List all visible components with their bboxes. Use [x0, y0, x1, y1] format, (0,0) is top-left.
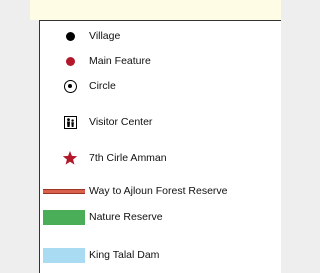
water-area-swatch [42, 245, 86, 265]
legend-label-circle: Circle [89, 80, 116, 92]
road-line [42, 181, 86, 201]
red-star-icon [54, 148, 86, 168]
legend-label-village: Village [89, 30, 121, 42]
legend-item-village: Village [40, 26, 281, 46]
black-dot-icon [54, 26, 86, 46]
legend-label-nature-reserve: Nature Reserve [89, 211, 163, 223]
circle-target-icon [54, 76, 86, 96]
legend-label-road: Way to Ajloun Forest Reserve [89, 185, 228, 197]
legend-label-7th-circle: 7th Cirle Amman [89, 152, 167, 164]
map-legend-page: Village Main Feature Circle Visitor Cent… [0, 0, 281, 273]
left-margin-strip [0, 0, 30, 273]
legend-label-main-feature: Main Feature [89, 55, 151, 67]
map-legend: Village Main Feature Circle Visitor Cent… [39, 20, 281, 273]
map-top-band [30, 0, 281, 20]
green-area-swatch [42, 207, 86, 227]
legend-item-circle: Circle [40, 76, 281, 96]
red-dot-icon [54, 51, 86, 71]
legend-item-king-talal-dam: King Talal Dam [40, 245, 281, 265]
legend-item-nature-reserve: Nature Reserve [40, 207, 281, 227]
legend-item-road: Way to Ajloun Forest Reserve [40, 181, 281, 201]
legend-item-visitor-center: Visitor Center [40, 112, 281, 132]
legend-label-visitor-center: Visitor Center [89, 116, 153, 128]
legend-item-7th-circle: 7th Cirle Amman [40, 148, 281, 168]
legend-label-king-talal-dam: King Talal Dam [89, 249, 160, 261]
legend-item-main-feature: Main Feature [40, 51, 281, 71]
visitor-center-icon [54, 112, 86, 132]
